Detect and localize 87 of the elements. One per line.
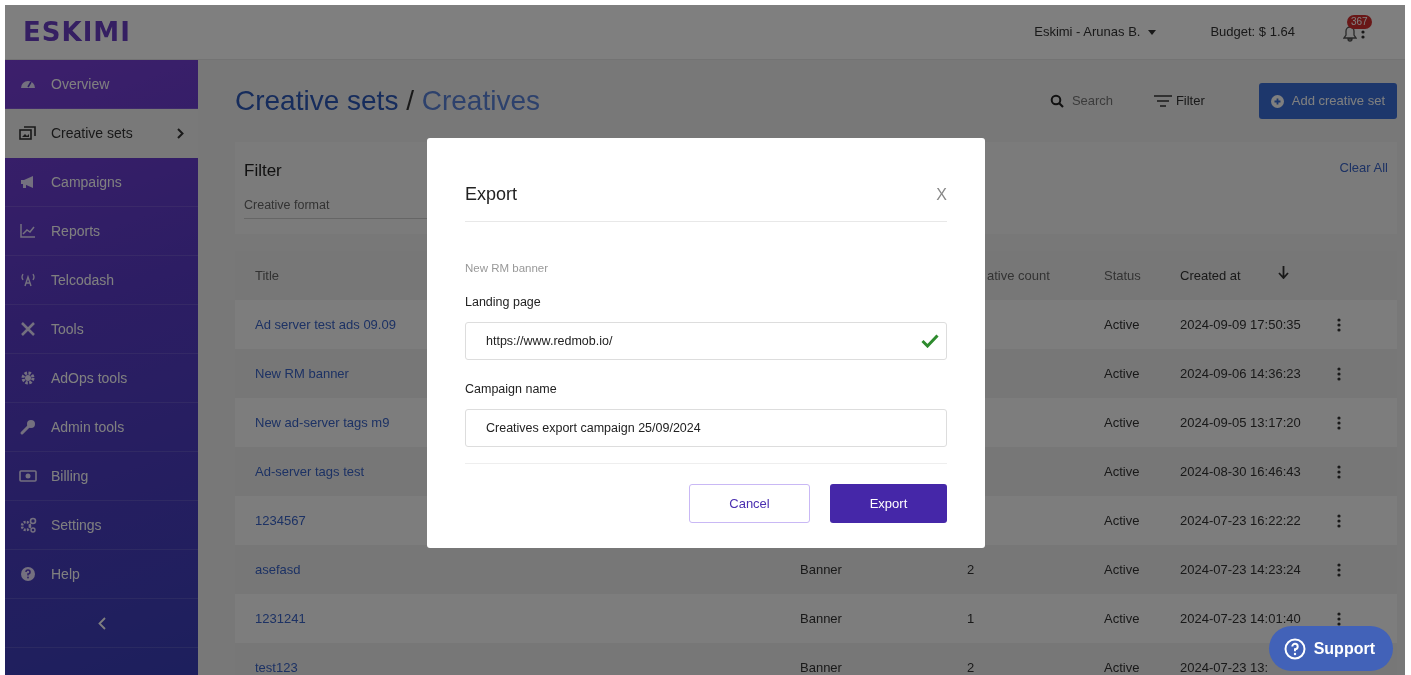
dialog-subtitle: New RM banner xyxy=(465,261,550,276)
creative-set-link[interactable]: New RM banner xyxy=(255,365,349,381)
sidebar-item[interactable]: Campaigns xyxy=(5,158,198,207)
antenna-icon xyxy=(19,271,37,289)
column-header[interactable]: Created at xyxy=(1180,265,1241,286)
date-cell: 2024-07-23 14:01:40 xyxy=(1180,610,1301,626)
status-cell: Active xyxy=(1104,512,1140,528)
text-field[interactable]: https://www.redmob.io/ xyxy=(465,322,947,360)
search-icon xyxy=(1049,94,1064,108)
chart-line-icon xyxy=(19,222,37,240)
date-cell: 2024-07-23 16:22:22 xyxy=(1180,512,1301,528)
creative-set-link[interactable]: test123 xyxy=(255,659,298,675)
sidebar-item[interactable]: Creative sets xyxy=(5,109,198,158)
chevron-left-icon xyxy=(97,616,106,630)
budget-label: Budget: $ 1.64 xyxy=(1210,23,1295,42)
field-label: Campaign name xyxy=(465,381,558,398)
status-cell: Active xyxy=(1104,610,1140,626)
sidebar-item[interactable]: Telcodash xyxy=(5,256,198,305)
more-icon[interactable] xyxy=(1337,612,1341,627)
status-cell: Active xyxy=(1104,561,1140,577)
export-button[interactable]: Export xyxy=(830,483,947,523)
wrench-icon xyxy=(19,418,37,436)
help-icon xyxy=(19,565,37,583)
status-cell: Active xyxy=(1104,659,1140,675)
help-icon xyxy=(1283,637,1306,660)
more-icon[interactable] xyxy=(1337,563,1341,578)
cancel-button[interactable]: Cancel xyxy=(689,483,810,523)
column-header[interactable]: Title xyxy=(255,267,280,283)
table-cell: 2 xyxy=(967,561,975,577)
field-label: Landing page xyxy=(465,294,542,312)
filter-icon xyxy=(1153,95,1172,107)
caret-icon xyxy=(1148,29,1157,35)
more-icon[interactable] xyxy=(1337,318,1341,333)
status-cell: Active xyxy=(1104,463,1140,479)
status-cell: Active xyxy=(1104,365,1140,381)
account-dropdown[interactable]: Eskimi - Arunas B. xyxy=(1028,21,1163,43)
creative-set-link[interactable]: 1234567 xyxy=(255,512,306,528)
date-cell: 2024-09-09 17:50:35 xyxy=(1180,316,1301,332)
filter-title: Filter xyxy=(244,160,283,182)
text-field[interactable]: Creatives export campaign 25/09/2024 xyxy=(465,408,947,447)
chevron-right-icon xyxy=(177,127,184,139)
images-icon xyxy=(19,124,37,142)
status-cell: Active xyxy=(1104,414,1140,430)
more-icon[interactable] xyxy=(1337,514,1341,529)
gear-icon xyxy=(19,369,37,387)
support-button[interactable]: Support xyxy=(1268,626,1393,671)
date-cell: 2024-09-05 13:17:20 xyxy=(1180,414,1301,430)
date-cell: 2024-08-30 16:46:43 xyxy=(1180,463,1301,479)
table-cell: 2 xyxy=(967,659,975,675)
sidebar-item[interactable]: AdOps tools xyxy=(5,354,198,403)
sidebar-item[interactable]: Billing xyxy=(5,452,198,501)
add-creative-set-button[interactable]: Add creative set xyxy=(1258,83,1397,119)
date-cell: 2024-07-23 14:23:24 xyxy=(1180,561,1301,577)
sidebar-item[interactable]: Help xyxy=(5,550,198,599)
date-cell: 2024-07-23 13: xyxy=(1180,659,1269,675)
plus-circle-icon xyxy=(1270,94,1284,108)
creative-set-link[interactable]: New ad-server tags m9 xyxy=(255,414,390,430)
sidebar-item[interactable]: Reports xyxy=(5,207,198,256)
sidebar-item[interactable]: Tools xyxy=(5,305,198,354)
gears-icon xyxy=(19,516,37,534)
status-cell: Active xyxy=(1104,316,1140,332)
creative-set-link[interactable]: 1231241 xyxy=(255,610,306,626)
creative-set-link[interactable]: asefasd xyxy=(255,561,301,577)
table-cell: Banner xyxy=(800,561,842,577)
page-title: Creative sets / Creatives xyxy=(235,84,540,118)
money-bill-icon xyxy=(19,467,37,485)
table-cell: Banner xyxy=(800,610,842,626)
bell-icon[interactable] xyxy=(1343,25,1357,42)
logo[interactable]: ESKIMI xyxy=(23,12,131,52)
search-field[interactable]: Search xyxy=(1071,91,1132,111)
sort-down-icon[interactable] xyxy=(1278,265,1289,279)
creative-set-link[interactable]: Ad-server tags test xyxy=(255,463,365,479)
close-button[interactable]: X xyxy=(936,182,947,207)
sidebar-item[interactable]: Admin tools xyxy=(5,403,198,452)
sidebar-item[interactable]: Settings xyxy=(5,501,198,550)
notification-badge: 367 xyxy=(1347,15,1372,29)
column-header[interactable]: Status xyxy=(1104,267,1141,283)
table-cell: 1 xyxy=(967,610,975,626)
more-icon[interactable] xyxy=(1337,465,1341,480)
column-header[interactable]: ative count xyxy=(987,267,1050,283)
creative-set-link[interactable]: Ad server test ads 09.09 xyxy=(255,316,396,332)
more-icon[interactable] xyxy=(1337,416,1341,431)
filter-button[interactable]: Filter xyxy=(1147,90,1211,112)
clear-all-link[interactable]: Clear All xyxy=(1339,158,1388,218)
table-cell: Banner xyxy=(800,659,842,675)
date-cell: 2024-09-06 14:36:23 xyxy=(1180,365,1301,381)
more-icon[interactable] xyxy=(1337,367,1341,382)
